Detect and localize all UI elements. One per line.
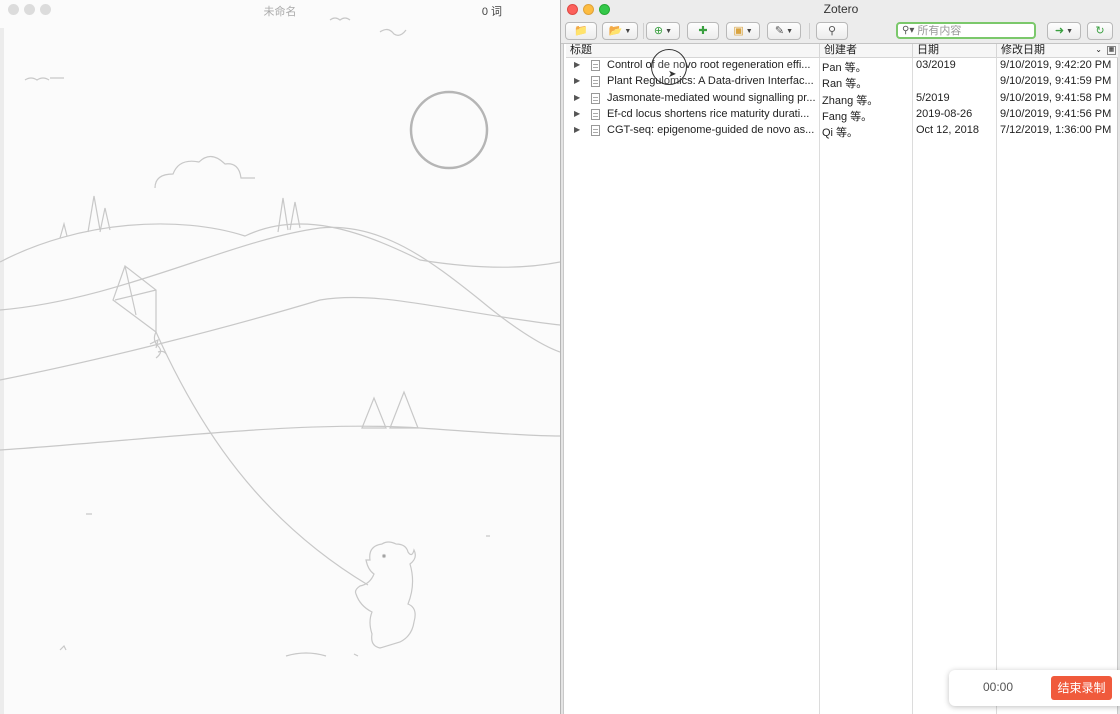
new-collection-button[interactable]: 📁 [565,22,597,40]
expand-triangle-icon[interactable]: ▶ [574,60,580,69]
sun-icon [409,90,489,170]
item-title: Plant Regulomics: A Data-driven Interfac… [607,75,814,88]
table-row[interactable]: ▶ CGT-seq: epigenome-guided de novo as..… [566,123,1118,139]
document-icon [591,92,600,104]
item-title: Control of de novo root regeneration eff… [607,59,811,71]
items-list: ▶ Control of de novo root regeneration e… [566,58,1118,139]
new-library-icon: 📂 [608,24,623,37]
chevron-down-icon: ▼ [665,27,673,35]
advanced-search-button[interactable]: ⚲ [816,22,848,40]
sync-icon: ↻ [1095,24,1105,37]
cloud-icon [154,155,255,189]
empty-note-illustration [0,17,560,657]
collections-pane-collapsed[interactable] [561,44,564,714]
screen-recorder-panel: 00:00 结束录制 [949,670,1120,706]
advanced-search-icon: ⚲ [827,24,837,37]
kite-icon [112,265,157,334]
table-row[interactable]: ▶ Jasmonate-mediated wound signalling pr… [566,91,1118,107]
bird-icon [379,28,407,36]
item-creator: Fang 等。 [822,110,873,123]
sort-descending-icon: ⌄ [1095,45,1102,54]
chevron-down-icon: ▼ [624,27,632,35]
document-icon [591,108,600,120]
search-icon: ⚲▾ [902,25,915,36]
item-title: Ef-cd locus shortens rice maturity durat… [607,107,810,120]
item-date: 03/2019 [916,59,956,71]
new-item-icon: ⊕ [653,24,664,37]
new-note-icon: ▣ [733,24,744,37]
item-date: 5/2019 [916,91,950,104]
add-by-identifier-icon: ✚ [698,24,708,37]
add-by-identifier-button[interactable]: ✚ [687,22,719,40]
search-input[interactable] [917,24,1028,37]
pine-tree-icon [361,390,419,429]
chevron-down-icon: ▼ [1066,27,1074,35]
item-creator: Pan 等。 [822,62,867,74]
item-modified: 9/10/2019, 9:41:59 PM [1000,75,1112,88]
column-picker-icon[interactable]: ▦ [1107,46,1116,55]
item-date: 2019-08-26 [916,107,973,120]
zotero-toolbar: 📁 📂▼ ⊕▼ ✚ ▣▼ ✎▼ ⚲ ⚲▾ ➜▼ ↻ [561,18,1120,44]
bear-icon [354,541,416,649]
tree-icon [277,197,301,233]
recording-timer: 00:00 [983,680,1014,694]
mouse-pointer-icon: ➤ [668,69,677,80]
item-modified: 9/10/2019, 9:42:20 PM [1000,59,1112,71]
item-creator: Qi 等。 [822,127,859,140]
document-icon [591,76,600,88]
bird-icon [24,77,64,81]
add-attachment-button[interactable]: ✎ ▼ [767,22,801,40]
item-date: Oct 12, 2018 [916,124,979,137]
expand-triangle-icon[interactable]: ▶ [574,93,580,102]
toolbar-separator [643,23,644,39]
new-note-button[interactable]: ▣ ▼ [726,22,760,40]
new-collection-icon: 📁 [574,24,588,37]
zotero-window: Zotero 📁 📂▼ ⊕▼ ✚ ▣▼ ✎▼ ⚲ ⚲▾ ➜▼ [560,0,1120,714]
search-field[interactable]: ⚲▾ [896,22,1036,39]
expand-triangle-icon[interactable]: ▶ [574,76,580,85]
window-title: Zotero [823,2,859,16]
document-icon [591,125,600,137]
item-modified: 9/10/2019, 9:41:56 PM [1000,107,1112,120]
item-title: Jasmonate-mediated wound signalling pr..… [607,91,816,104]
items-table-header: 标题 创建者 日期 修改日期 ⌄ ▦ [566,44,1118,58]
chevron-down-icon: ▼ [786,27,794,35]
attachment-icon: ✎ [774,24,785,37]
editor-window: 未命名 0 词 [0,0,560,714]
table-row[interactable]: ▶ Control of de novo root regeneration e… [566,58,1118,74]
table-row[interactable]: ▶ Ef-cd locus shortens rice maturity dur… [566,107,1118,123]
item-modified: 9/10/2019, 9:41:58 PM [1000,91,1112,104]
items-table: 标题 创建者 日期 修改日期 ⌄ ▦ ▶ Control of de novo … [566,44,1118,714]
zotero-titlebar: Zotero [561,0,1120,18]
column-header-creator[interactable]: 创建者 [820,44,913,58]
item-modified: 7/12/2019, 1:36:00 PM [1000,124,1112,137]
stop-recording-button[interactable]: 结束录制 [1051,676,1112,700]
chevron-down-icon: ▼ [745,27,753,35]
item-creator: Ran 等。 [822,78,868,91]
locate-button[interactable]: ➜ ▼ [1047,22,1081,40]
new-item-button[interactable]: ⊕ ▼ [646,22,680,40]
column-header-date[interactable]: 日期 [913,44,997,58]
item-creator: Zhang 等。 [822,94,879,107]
locate-icon: ➜ [1054,24,1065,37]
item-title: CGT-seq: epigenome-guided de novo as... [607,124,815,137]
table-row[interactable]: ▶ Plant Regulomics: A Data-driven Interf… [566,74,1118,90]
expand-triangle-icon[interactable]: ▶ [574,109,580,118]
column-header-modified-label: 修改日期 [1001,44,1045,56]
expand-triangle-icon[interactable]: ▶ [574,125,580,134]
column-header-title[interactable]: 标题 [566,44,820,58]
document-icon [591,60,600,71]
bird-icon [329,17,351,21]
sync-button[interactable]: ↻ [1087,22,1113,40]
new-library-button[interactable]: 📂 ▼ [602,22,638,40]
toolbar-separator [809,23,810,39]
